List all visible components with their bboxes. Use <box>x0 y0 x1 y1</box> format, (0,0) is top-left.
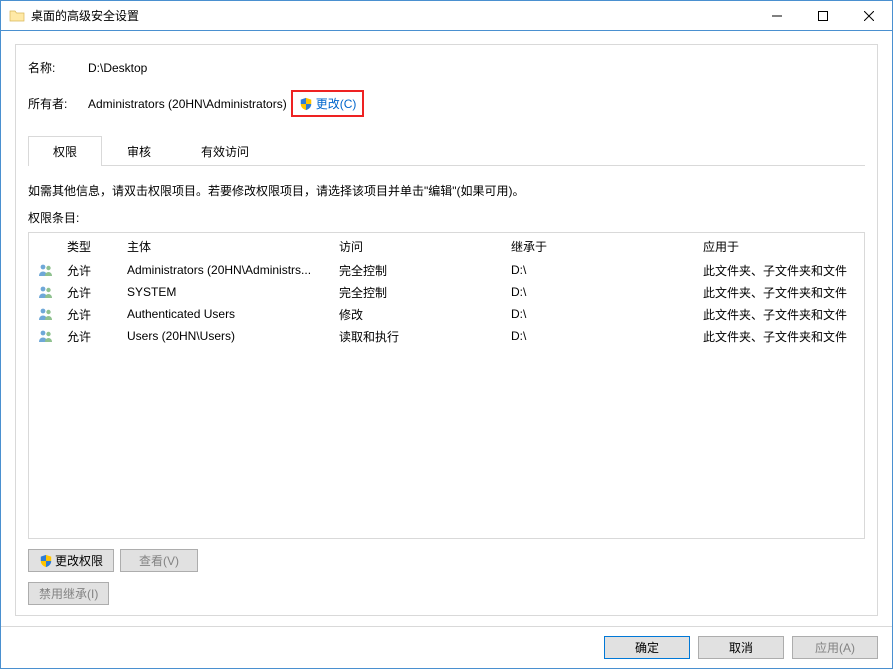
cell-inherit: D:\ <box>507 263 699 277</box>
cell-access: 修改 <box>335 306 507 323</box>
users-icon <box>38 284 54 300</box>
permission-entries-label: 权限条目: <box>28 209 865 226</box>
maximize-button[interactable] <box>800 1 846 30</box>
cell-inherit: D:\ <box>507 285 699 299</box>
cell-inherit: D:\ <box>507 329 699 343</box>
titlebar: 桌面的高级安全设置 <box>1 1 892 31</box>
cell-principal: Authenticated Users <box>123 307 335 321</box>
name-value: D:\Desktop <box>88 61 147 75</box>
shield-icon <box>39 554 53 568</box>
name-label: 名称: <box>28 59 88 76</box>
list-header: 类型 主体 访问 继承于 应用于 <box>29 233 864 259</box>
change-owner-highlight: 更改(C) <box>291 90 365 117</box>
dialog-footer: 确定 取消 应用(A) <box>1 626 892 668</box>
table-row[interactable]: 允许Authenticated Users修改D:\此文件夹、子文件夹和文件 <box>29 303 864 325</box>
tab-audit[interactable]: 审核 <box>102 136 176 166</box>
cell-access: 完全控制 <box>335 284 507 301</box>
users-icon <box>38 306 54 322</box>
cell-type: 允许 <box>63 284 123 301</box>
tab-effective-access[interactable]: 有效访问 <box>176 136 274 166</box>
inner-panel: 名称: D:\Desktop 所有者: Administrators (20HN… <box>15 44 878 616</box>
cell-apply: 此文件夹、子文件夹和文件 <box>699 306 864 323</box>
disable-inheritance-button[interactable]: 禁用继承(I) <box>28 582 109 605</box>
col-inherit[interactable]: 继承于 <box>507 238 699 255</box>
cell-apply: 此文件夹、子文件夹和文件 <box>699 262 864 279</box>
close-button[interactable] <box>846 1 892 30</box>
table-row[interactable]: 允许Users (20HN\Users)读取和执行D:\此文件夹、子文件夹和文件 <box>29 325 864 347</box>
owner-value-wrap: Administrators (20HN\Administrators) 更改(… <box>88 90 364 117</box>
name-row: 名称: D:\Desktop <box>28 59 865 76</box>
cell-apply: 此文件夹、子文件夹和文件 <box>699 328 864 345</box>
tabs: 权限 审核 有效访问 <box>28 135 865 166</box>
cell-principal: Administrators (20HN\Administrs... <box>123 263 335 277</box>
permission-list[interactable]: 类型 主体 访问 继承于 应用于 允许Administrators (20HN\… <box>28 232 865 539</box>
change-owner-link[interactable]: 更改(C) <box>316 95 357 112</box>
window-controls <box>754 1 892 30</box>
change-permissions-label: 更改权限 <box>55 552 103 569</box>
col-access[interactable]: 访问 <box>335 238 507 255</box>
cell-type: 允许 <box>63 306 123 323</box>
cell-inherit: D:\ <box>507 307 699 321</box>
cell-access: 完全控制 <box>335 262 507 279</box>
table-row[interactable]: 允许Administrators (20HN\Administrs...完全控制… <box>29 259 864 281</box>
owner-label: 所有者: <box>28 95 88 112</box>
cell-type: 允许 <box>63 328 123 345</box>
ok-button[interactable]: 确定 <box>604 636 690 659</box>
button-row-2: 禁用继承(I) <box>28 582 865 605</box>
help-text: 如需其他信息，请双击权限项目。若要修改权限项目，请选择该项目并单击"编辑"(如果… <box>28 182 865 199</box>
tab-permissions[interactable]: 权限 <box>28 136 102 166</box>
col-principal[interactable]: 主体 <box>123 238 335 255</box>
col-type[interactable]: 类型 <box>63 238 123 255</box>
table-row[interactable]: 允许SYSTEM完全控制D:\此文件夹、子文件夹和文件 <box>29 281 864 303</box>
col-apply[interactable]: 应用于 <box>699 238 864 255</box>
folder-icon <box>9 8 25 24</box>
cell-type: 允许 <box>63 262 123 279</box>
owner-row: 所有者: Administrators (20HN\Administrators… <box>28 90 865 117</box>
owner-value: Administrators (20HN\Administrators) <box>88 97 287 111</box>
apply-button[interactable]: 应用(A) <box>792 636 878 659</box>
cell-apply: 此文件夹、子文件夹和文件 <box>699 284 864 301</box>
shield-icon <box>299 97 313 111</box>
content-area: 名称: D:\Desktop 所有者: Administrators (20HN… <box>1 31 892 626</box>
button-row-1: 更改权限 查看(V) <box>28 549 865 572</box>
security-dialog: 桌面的高级安全设置 名称: D:\Desktop 所有者: Administra… <box>0 0 893 669</box>
minimize-button[interactable] <box>754 1 800 30</box>
window-title: 桌面的高级安全设置 <box>31 7 754 24</box>
change-permissions-button[interactable]: 更改权限 <box>28 549 114 572</box>
view-button[interactable]: 查看(V) <box>120 549 198 572</box>
cancel-button[interactable]: 取消 <box>698 636 784 659</box>
cell-principal: Users (20HN\Users) <box>123 329 335 343</box>
users-icon <box>38 262 54 278</box>
users-icon <box>38 328 54 344</box>
cell-access: 读取和执行 <box>335 328 507 345</box>
cell-principal: SYSTEM <box>123 285 335 299</box>
